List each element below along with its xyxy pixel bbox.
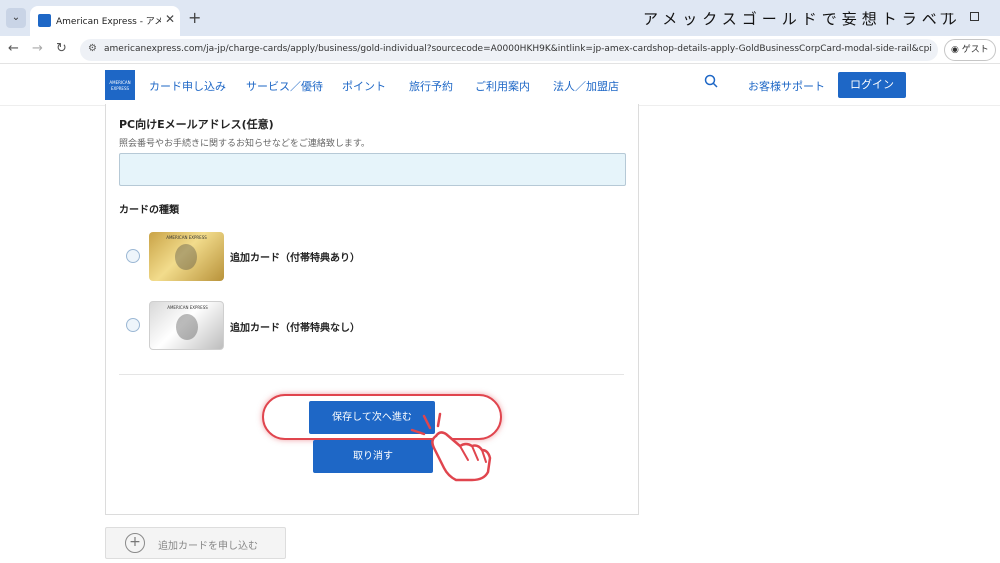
url-field[interactable]: ⚙ americanexpress.com/ja-jp/charge-cards… xyxy=(80,39,938,61)
customer-support-link[interactable]: お客様サポート xyxy=(748,78,825,94)
new-tab-icon[interactable]: + xyxy=(188,8,201,27)
email-field-help: 照会番号やお手続きに関するお知らせなどをご連絡致します。 xyxy=(119,139,370,149)
browser-tab-bar: ⌄ American Express - アメリカン･エ ✕ + アメックスゴー… xyxy=(0,0,1000,36)
centurion-icon xyxy=(175,244,197,270)
card-brand-text: AMERICAN EXPRESS xyxy=(166,235,207,240)
card-brand-text: AMERICAN EXPRESS xyxy=(167,305,208,310)
window-maximize-icon[interactable] xyxy=(970,12,979,21)
centurion-icon xyxy=(176,314,198,340)
guest-label: ゲスト xyxy=(961,45,989,55)
amex-favicon-icon xyxy=(38,14,51,27)
nav-card-apply[interactable]: カード申し込み xyxy=(149,78,226,94)
search-icon[interactable] xyxy=(704,74,718,88)
option-without-benefits-label: 追加カード（付帯特典なし） xyxy=(230,323,360,334)
tab-close-icon[interactable]: ✕ xyxy=(165,12,175,26)
nav-points[interactable]: ポイント xyxy=(342,78,386,94)
pointing-hand-icon xyxy=(410,412,492,482)
tab-list-chevron-icon[interactable]: ⌄ xyxy=(6,8,26,28)
plus-circle-icon: + xyxy=(125,533,145,553)
window-minimize-icon[interactable]: — xyxy=(940,6,954,22)
reload-icon[interactable]: ↻ xyxy=(56,41,67,56)
login-button[interactable]: ログイン xyxy=(838,72,906,98)
email-input[interactable] xyxy=(119,153,626,186)
tab-title: American Express - アメリカン･エ xyxy=(56,17,161,27)
forward-arrow-icon[interactable]: → xyxy=(32,41,43,56)
nav-travel[interactable]: 旅行予約 xyxy=(409,78,453,94)
option-with-benefits-label: 追加カード（付帯特典あり） xyxy=(230,253,360,264)
amex-logo[interactable]: AMERICAN EXPRESS xyxy=(105,70,135,100)
url-text: americanexpress.com/ja-jp/charge-cards/a… xyxy=(104,44,932,54)
nav-corporate[interactable]: 法人／加盟店 xyxy=(553,78,619,94)
browser-tab[interactable]: American Express - アメリカン･エ ✕ xyxy=(30,6,180,36)
apply-additional-card-button[interactable]: + 追加カードを申し込む xyxy=(105,527,286,559)
nav-services[interactable]: サービス／優待 xyxy=(246,78,323,94)
profile-icon: ◉ xyxy=(951,45,962,55)
logo-line2: EXPRESS xyxy=(110,86,130,91)
nav-usage-guide[interactable]: ご利用案内 xyxy=(475,78,530,94)
browser-address-bar: ← → ↻ ⚙ americanexpress.com/ja-jp/charge… xyxy=(0,36,1000,64)
radio-card-with-benefits[interactable] xyxy=(126,249,140,263)
card-type-title: カードの種類 xyxy=(119,205,179,216)
back-arrow-icon[interactable]: ← xyxy=(8,41,19,56)
email-field-label: PC向けEメールアドレス(任意) xyxy=(119,118,274,131)
silver-card-image: AMERICAN EXPRESS xyxy=(149,301,224,350)
apply-additional-card-label: 追加カードを申し込む xyxy=(158,541,258,552)
site-info-icon[interactable]: ⚙ xyxy=(88,43,97,54)
divider xyxy=(119,374,624,375)
radio-card-without-benefits[interactable] xyxy=(126,318,140,332)
site-header: AMERICAN EXPRESS カード申し込み サービス／優待 ポイント 旅行… xyxy=(0,64,1000,106)
gold-card-image: AMERICAN EXPRESS xyxy=(149,232,224,281)
overlay-caption: アメックスゴールドで妄想トラベル xyxy=(643,10,962,28)
guest-profile-button[interactable]: ◉ ゲスト xyxy=(944,39,996,61)
